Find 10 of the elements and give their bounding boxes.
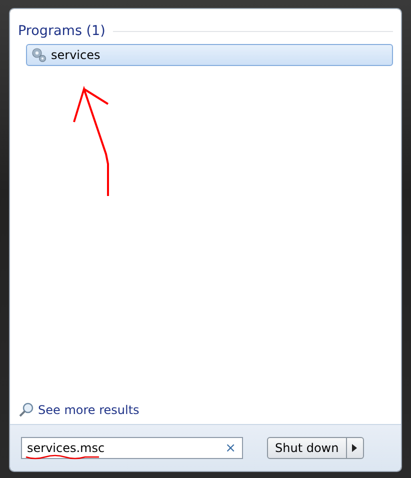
see-more-results-link[interactable]: See more results [38,403,140,417]
program-result[interactable]: services [26,44,393,66]
shut-down-options-button[interactable] [346,437,364,459]
search-icon [18,402,34,418]
section-heading: Programs (1) [18,23,106,39]
caret-icon [352,444,358,452]
gear-icon [31,47,47,63]
clear-button[interactable]: × [219,440,242,456]
shut-down-button[interactable]: Shut down [267,437,347,459]
search-field[interactable]: services.msc × [21,437,243,459]
